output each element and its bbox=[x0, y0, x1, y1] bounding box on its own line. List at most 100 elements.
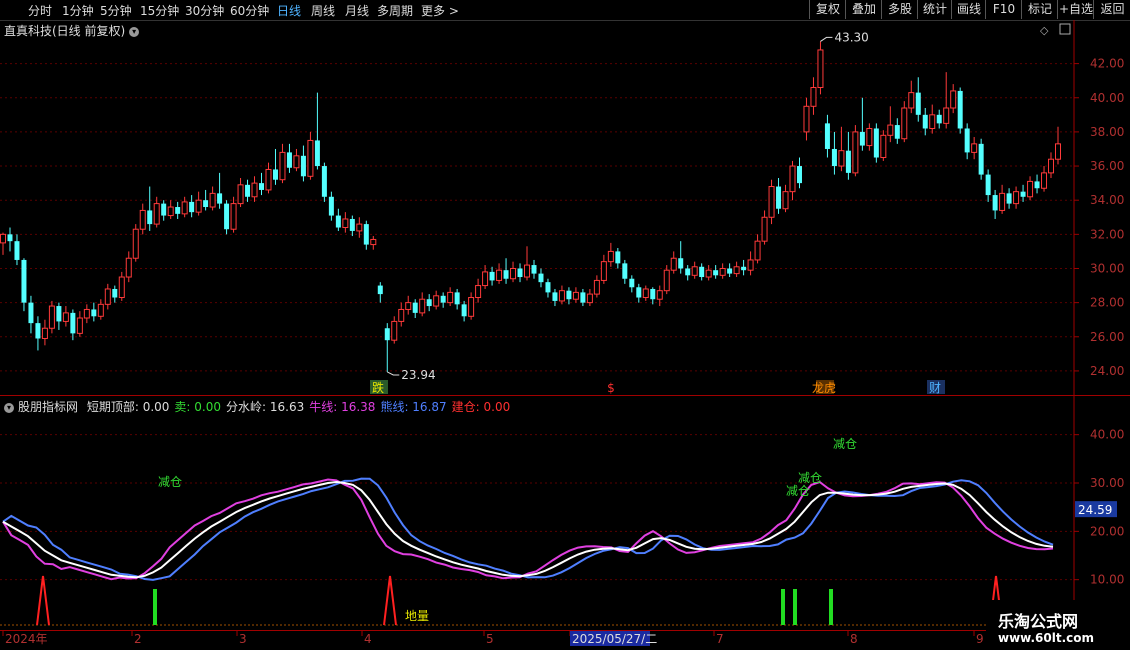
candle-body[interactable] bbox=[852, 131, 859, 174]
candle-body[interactable] bbox=[943, 107, 950, 124]
candle-body[interactable] bbox=[922, 114, 928, 129]
candle-body[interactable] bbox=[503, 270, 509, 279]
toolbar-button-8[interactable]: 返回 bbox=[1093, 0, 1130, 19]
candle-body[interactable] bbox=[203, 200, 209, 208]
candle-body[interactable] bbox=[663, 269, 670, 292]
candle-body[interactable] bbox=[91, 309, 97, 317]
candle-body[interactable] bbox=[580, 292, 586, 303]
candle-body[interactable] bbox=[56, 306, 62, 322]
candle-body[interactable] bbox=[656, 290, 663, 300]
candle-body[interactable] bbox=[713, 270, 719, 276]
candle-body[interactable] bbox=[195, 199, 202, 213]
period-tab-5[interactable]: 60分钟 bbox=[230, 2, 269, 19]
candle-body[interactable] bbox=[964, 128, 970, 153]
candle-body[interactable] bbox=[147, 210, 153, 225]
candle-body[interactable] bbox=[181, 201, 188, 215]
candle-body[interactable] bbox=[314, 140, 320, 167]
period-tab-4[interactable]: 30分钟 bbox=[185, 2, 224, 19]
candle-body[interactable] bbox=[14, 241, 20, 260]
candle-body[interactable] bbox=[538, 273, 544, 283]
candle-body[interactable] bbox=[768, 186, 775, 218]
candle-body[interactable] bbox=[761, 216, 768, 242]
candle-body[interactable] bbox=[468, 297, 475, 317]
candle-body[interactable] bbox=[929, 114, 936, 129]
toolbar-button-6[interactable]: 标记 bbox=[1021, 0, 1058, 19]
candle-body[interactable] bbox=[321, 166, 327, 197]
candle-body[interactable] bbox=[880, 134, 887, 159]
candle-body[interactable] bbox=[153, 203, 160, 225]
candle-body[interactable] bbox=[398, 308, 405, 322]
candle-body[interactable] bbox=[335, 215, 341, 228]
candle-body[interactable] bbox=[224, 203, 230, 230]
candle-body[interactable] bbox=[789, 165, 796, 193]
candle-body[interactable] bbox=[1027, 180, 1034, 198]
candle-body[interactable] bbox=[593, 279, 600, 295]
candle-body[interactable] bbox=[545, 282, 551, 293]
candle-body[interactable] bbox=[167, 206, 174, 217]
candle-body[interactable] bbox=[510, 267, 517, 280]
candle-body[interactable] bbox=[125, 257, 132, 278]
price-chart[interactable]: 42.00 40.00 38.00 36.00 34.00 32.00 30.00 28.00… bbox=[0, 20, 1130, 396]
candle-body[interactable] bbox=[1034, 181, 1040, 189]
period-tab-9[interactable]: 多周期 bbox=[377, 2, 413, 19]
candle-body[interactable] bbox=[782, 191, 789, 210]
candle-body[interactable] bbox=[607, 250, 614, 263]
period-tab-2[interactable]: 5分钟 bbox=[100, 2, 132, 19]
candle-body[interactable] bbox=[517, 268, 523, 278]
candle-body[interactable] bbox=[699, 266, 705, 278]
candle-body[interactable] bbox=[21, 259, 27, 303]
candle-body[interactable] bbox=[440, 295, 446, 303]
candle-body[interactable] bbox=[727, 268, 733, 274]
candle-body[interactable] bbox=[1055, 143, 1061, 160]
candle-body[interactable] bbox=[831, 148, 837, 167]
candle-body[interactable] bbox=[999, 192, 1006, 211]
candle-body[interactable] bbox=[992, 195, 998, 211]
event-marker-0[interactable]: 跌 bbox=[372, 380, 384, 395]
candle-body[interactable] bbox=[622, 263, 628, 279]
toolbar-button-7[interactable]: +自选 bbox=[1057, 0, 1094, 19]
indicator-chart[interactable]: 40.0030.0020.0010.0024.59减仓减仓减仓减仓地量 bbox=[0, 396, 1130, 630]
candle-body[interactable] bbox=[824, 123, 830, 149]
candle-body[interactable] bbox=[670, 257, 677, 271]
candle-body[interactable] bbox=[132, 228, 139, 259]
candle-body[interactable] bbox=[908, 92, 915, 109]
toolbar-button-0[interactable]: 复权 bbox=[809, 0, 846, 19]
candle-body[interactable] bbox=[776, 186, 782, 209]
candle-body[interactable] bbox=[810, 87, 817, 107]
candle-body[interactable] bbox=[600, 261, 607, 281]
candle-body[interactable] bbox=[936, 114, 942, 124]
toolbar-button-5[interactable]: F10 bbox=[985, 0, 1022, 19]
candle-body[interactable] bbox=[1048, 158, 1055, 174]
candle-body[interactable] bbox=[650, 288, 656, 300]
candle-body[interactable] bbox=[112, 288, 118, 298]
candle-body[interactable] bbox=[104, 288, 111, 305]
candle-body[interactable] bbox=[796, 166, 802, 184]
candle-body[interactable] bbox=[691, 266, 698, 276]
candle-body[interactable] bbox=[0, 233, 6, 244]
candle-body[interactable] bbox=[175, 207, 181, 214]
candle-body[interactable] bbox=[272, 169, 278, 180]
candle-body[interactable] bbox=[572, 291, 579, 300]
candle-body[interactable] bbox=[419, 298, 426, 314]
candle-body[interactable] bbox=[209, 192, 216, 208]
candle-body[interactable] bbox=[685, 268, 691, 276]
stock-title[interactable]: 直真科技(日线 前复权) ▾ bbox=[4, 22, 140, 39]
candle-body[interactable] bbox=[803, 105, 810, 133]
candle-body[interactable] bbox=[524, 264, 531, 278]
candle-body[interactable] bbox=[328, 196, 334, 216]
candle-body[interactable] bbox=[293, 155, 300, 169]
candle-body[interactable] bbox=[531, 265, 537, 274]
candle-body[interactable] bbox=[461, 304, 467, 317]
period-tab-1[interactable]: 1分钟 bbox=[62, 2, 94, 19]
candle-body[interactable] bbox=[412, 302, 418, 313]
candle-body[interactable] bbox=[859, 131, 865, 146]
candle-body[interactable] bbox=[189, 201, 195, 213]
candle-body[interactable] bbox=[342, 218, 349, 229]
candle-body[interactable] bbox=[28, 302, 34, 324]
candle-body[interactable] bbox=[566, 290, 572, 300]
candle-body[interactable] bbox=[433, 295, 440, 307]
chevron-down-icon[interactable]: ▾ bbox=[4, 402, 14, 413]
candle-body[interactable] bbox=[901, 107, 908, 140]
candle-body[interactable] bbox=[1041, 172, 1048, 189]
candle-body[interactable] bbox=[866, 127, 873, 147]
